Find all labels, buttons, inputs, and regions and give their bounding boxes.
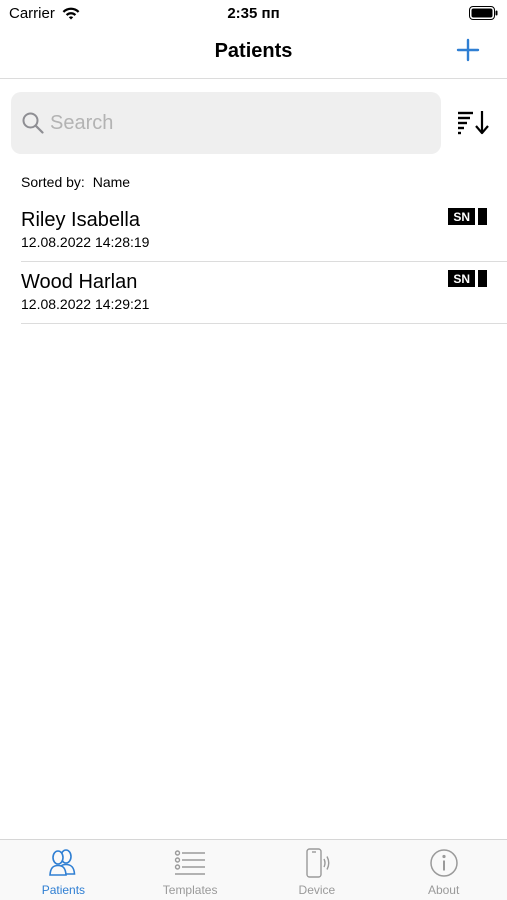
list-item[interactable]: Riley Isabella 12.08.2022 14:28:19 SN (0, 200, 507, 262)
sorted-by-value: Name (92, 174, 131, 190)
tab-device[interactable]: Device (254, 840, 381, 900)
patient-name: Riley Isabella (21, 209, 140, 231)
tab-about[interactable]: About (380, 840, 507, 900)
patient-list: Riley Isabella 12.08.2022 14:28:19 SN Wo… (0, 200, 507, 324)
list-item[interactable]: Wood Harlan 12.08.2022 14:29:21 SN (0, 262, 507, 324)
navigation-bar: Patients (0, 28, 507, 79)
device-icon (306, 848, 330, 878)
add-patient-button[interactable] (455, 37, 481, 63)
search-input[interactable] (50, 111, 410, 135)
search-icon (22, 112, 44, 134)
tab-patients[interactable]: Patients (0, 840, 127, 900)
sorted-by-label: Sorted by: (21, 174, 85, 190)
sn-badge-label: SN (448, 270, 475, 287)
sn-badge: SN (448, 208, 487, 225)
sn-badge: SN (448, 270, 487, 287)
tab-label: About (427, 883, 460, 897)
list-icon (174, 850, 206, 875)
tab-label: Device (298, 883, 336, 897)
row-divider (21, 323, 507, 324)
badge-block-icon (478, 208, 487, 225)
page-title: Patients (214, 40, 293, 62)
patient-date: 12.08.2022 14:29:21 (21, 296, 150, 312)
search-bar[interactable] (11, 92, 441, 154)
sn-badge-label: SN (448, 208, 475, 225)
tab-label: Templates (162, 883, 218, 897)
sort-button[interactable] (456, 108, 490, 136)
tab-label: Patients (41, 883, 86, 897)
status-bar: Carrier 2:35 пп (0, 0, 507, 28)
patients-icon (49, 849, 76, 876)
sort-status: Sorted by: Name (21, 174, 134, 190)
patient-name: Wood Harlan (21, 271, 138, 293)
info-icon (429, 849, 458, 877)
patient-date: 12.08.2022 14:28:19 (21, 234, 150, 250)
battery-icon (469, 6, 498, 20)
status-time: 2:35 пп (227, 5, 280, 22)
badge-block-icon (478, 270, 487, 287)
tab-bar: Patients Templates Device About (0, 839, 507, 900)
tab-templates[interactable]: Templates (127, 840, 254, 900)
